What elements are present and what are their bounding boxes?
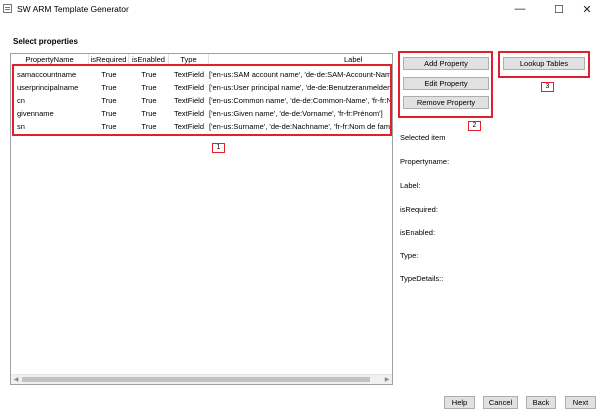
cancel-button[interactable]: Cancel: [483, 396, 518, 409]
isenabled-label: isEnabled:: [400, 228, 436, 237]
selected-item-heading: Selected item: [400, 133, 446, 142]
maximize-icon[interactable]: ☐: [544, 0, 574, 18]
annotation-badge-3: 3: [541, 82, 554, 92]
label-label: Label:: [400, 181, 421, 190]
isrequired-label: isRequired:: [400, 205, 438, 214]
edit-property-button[interactable]: Edit Property: [403, 77, 489, 90]
propertyname-label: Propertyname:: [400, 157, 450, 166]
scrollbar-thumb[interactable]: [22, 377, 370, 382]
next-button[interactable]: Next: [565, 396, 596, 409]
app-icon: [3, 4, 12, 13]
annotation-badge-2: 2: [468, 121, 481, 131]
title-bar: SW ARM Template Generator — ☐ ✕: [0, 0, 602, 18]
close-icon[interactable]: ✕: [572, 0, 602, 18]
remove-property-button[interactable]: Remove Property: [403, 96, 489, 109]
type-label: Type:: [400, 251, 419, 260]
add-property-button[interactable]: Add Property: [403, 57, 489, 70]
window-title: SW ARM Template Generator: [17, 4, 129, 14]
help-button[interactable]: Help: [444, 396, 475, 409]
scroll-right-icon[interactable]: ▶: [382, 375, 392, 384]
highlight-box-rows: [12, 64, 392, 136]
lookup-tables-button[interactable]: Lookup Tables: [503, 57, 585, 70]
typedetails-label: TypeDetails::: [400, 274, 444, 283]
scroll-left-icon[interactable]: ◀: [11, 375, 21, 384]
minimize-icon[interactable]: —: [505, 0, 535, 18]
back-button[interactable]: Back: [526, 396, 556, 409]
section-title: Select properties: [13, 37, 78, 46]
horizontal-scrollbar[interactable]: ◀ ▶: [11, 374, 392, 384]
annotation-badge-1: 1: [212, 143, 225, 153]
